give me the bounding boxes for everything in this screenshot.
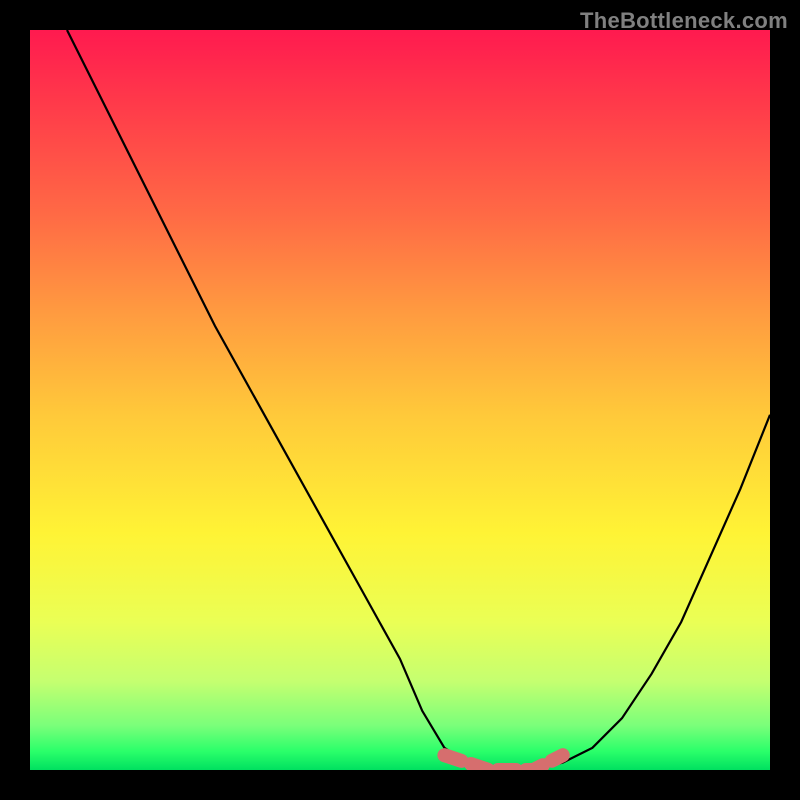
bottleneck-curve-path — [67, 30, 770, 770]
target-band-path — [444, 755, 562, 770]
plot-area — [30, 30, 770, 770]
watermark-text: TheBottleneck.com — [580, 8, 788, 34]
chart-frame: TheBottleneck.com — [0, 0, 800, 800]
chart-svg — [30, 30, 770, 770]
